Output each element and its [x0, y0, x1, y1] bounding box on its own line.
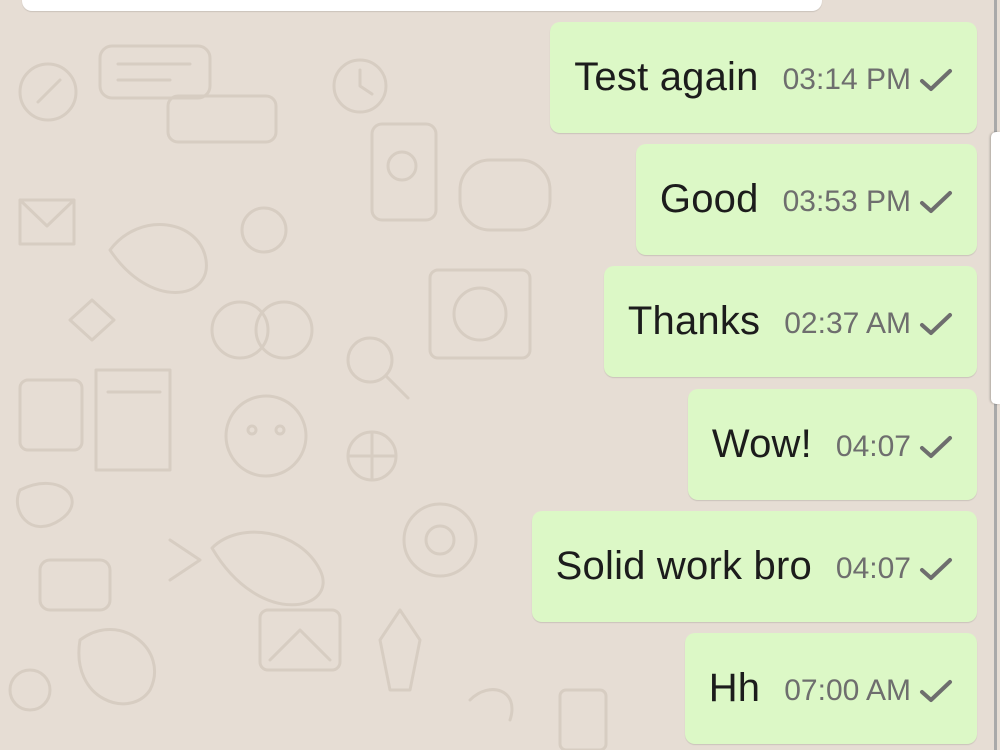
check-icon [919, 434, 953, 460]
message-time: 02:37 AM [784, 306, 911, 340]
message-time: 07:00 AM [784, 673, 911, 707]
message-text: Good [659, 177, 759, 221]
message-bubble[interactable]: Test again 03:14 PM [550, 22, 977, 133]
check-icon [919, 67, 953, 93]
message-time: 03:53 PM [782, 184, 911, 218]
message-bubble[interactable]: Good 03:53 PM [635, 144, 977, 255]
message-text: Wow! [711, 422, 812, 466]
message-time: 04:07 [835, 551, 911, 585]
scrollbar-thumb[interactable] [991, 132, 1000, 404]
message-time: 04:07 [835, 429, 911, 463]
message-bubble[interactable]: Solid work bro 04:07 [531, 511, 977, 622]
check-icon [919, 556, 953, 582]
message-text: Thanks [627, 299, 761, 343]
message-bubble[interactable]: Wow! 04:07 [687, 389, 977, 500]
scrollbar[interactable] [991, 0, 1000, 750]
message-text: Solid work bro [555, 544, 812, 588]
message-bubble[interactable]: Thanks 02:37 AM [603, 266, 977, 377]
check-icon [919, 678, 953, 704]
message-text: Hh [708, 666, 761, 710]
message-text: Test again [574, 55, 759, 99]
message-time: 03:14 PM [782, 62, 911, 96]
message-bubble[interactable]: Hh 07:00 AM [684, 633, 977, 744]
check-icon [919, 311, 953, 337]
pinned-card [22, 0, 822, 11]
check-icon [919, 189, 953, 215]
